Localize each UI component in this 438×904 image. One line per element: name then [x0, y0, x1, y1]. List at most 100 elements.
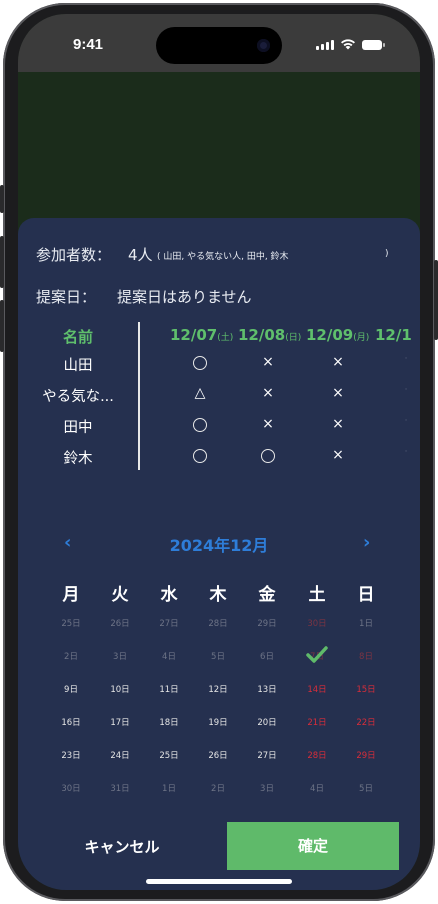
status-bar: 9:41 [18, 14, 420, 72]
selected-check-icon [306, 646, 328, 663]
date-header-weekday: (月) [353, 333, 370, 343]
calendar-day[interactable]: 24日 [100, 749, 140, 761]
screen: 9:41 参加者数： 4人 ( 山田, やる気ない人, 田中, 鈴木 ) 提案日… [18, 14, 420, 890]
availability-mark[interactable]: × [253, 385, 283, 401]
calendar-day[interactable]: 19日 [198, 716, 238, 728]
calendar-day[interactable]: 4日 [297, 782, 337, 794]
overflow-cell: · [404, 354, 408, 364]
calendar-day[interactable]: 2日 [198, 782, 238, 794]
calendar-day[interactable]: 20日 [247, 716, 287, 728]
calendar-day[interactable]: 4日 [149, 650, 189, 662]
calendar-day[interactable]: 12日 [198, 683, 238, 695]
date-column-header[interactable]: 12/08(日) [238, 326, 301, 344]
calendar-day[interactable]: 23日 [51, 749, 91, 761]
availability-mark[interactable]: × [323, 416, 353, 432]
circle-mark-icon [261, 449, 275, 463]
table-divider [138, 322, 140, 470]
calendar-day[interactable]: 3日 [100, 650, 140, 662]
calendar-day[interactable]: 29日 [346, 749, 386, 761]
date-column-header[interactable]: 12/07(土) [170, 326, 233, 344]
calendar-day[interactable]: 3日 [247, 782, 287, 794]
calendar-day[interactable]: 21日 [297, 716, 337, 728]
next-month-button[interactable]: › [363, 532, 370, 553]
weekday-header: 金 [258, 585, 276, 605]
weekday-header: 月 [62, 585, 80, 605]
weekday-header: 水 [160, 585, 178, 605]
circle-mark-icon [193, 356, 207, 370]
availability-mark[interactable]: × [253, 354, 283, 370]
calendar-day[interactable]: 22日 [346, 716, 386, 728]
availability-mark[interactable]: × [323, 354, 353, 370]
calendar-day[interactable]: 5日 [346, 782, 386, 794]
weekday-header: 土 [308, 585, 326, 605]
availability-mark[interactable] [185, 447, 215, 467]
participant-count: 4人 [128, 246, 153, 264]
wifi-icon [341, 39, 355, 50]
availability-mark[interactable]: × [323, 447, 353, 463]
availability-mark[interactable]: × [253, 416, 283, 432]
calendar-day[interactable]: 29日 [247, 617, 287, 629]
participant-name: 山田 [63, 358, 93, 374]
calendar-day[interactable]: 15日 [346, 683, 386, 695]
confirm-button[interactable]: 確定 [227, 822, 399, 870]
availability-mark[interactable] [185, 416, 215, 436]
overflow-cell: · [404, 385, 408, 395]
calendar-day[interactable]: 26日 [198, 749, 238, 761]
calendar-day[interactable]: 11日 [149, 683, 189, 695]
availability-mark[interactable] [185, 354, 215, 374]
cellular-signal-icon [316, 40, 334, 50]
proposal-row: 提案日： 提案日はありません [36, 286, 252, 307]
date-column-header[interactable]: 12/1 [375, 326, 412, 344]
calendar-day[interactable]: 25日 [149, 749, 189, 761]
date-header-weekday: (土) [217, 333, 234, 343]
calendar-day[interactable]: 7日 [297, 646, 337, 663]
calendar-day[interactable]: 30日 [297, 617, 337, 629]
date-header-date: 12/08 [238, 326, 286, 344]
battery-icon [362, 40, 385, 50]
date-header-date: 12/09 [306, 326, 354, 344]
weekday-header: 日 [357, 585, 375, 605]
camera-icon [257, 39, 270, 52]
calendar-day[interactable]: 31日 [100, 782, 140, 794]
calendar-day[interactable]: 9日 [51, 683, 91, 695]
circle-mark-icon [193, 449, 207, 463]
weekday-header: 火 [111, 585, 129, 605]
calendar-day[interactable]: 5日 [198, 650, 238, 662]
calendar-day[interactable]: 10日 [100, 683, 140, 695]
calendar-day[interactable]: 17日 [100, 716, 140, 728]
calendar-day[interactable]: 13日 [247, 683, 287, 695]
calendar-day[interactable]: 8日 [346, 650, 386, 662]
participant-name: やる気な... [42, 389, 114, 405]
participant-names: ( 山田, やる気ない人, 田中, 鈴木 [157, 252, 289, 262]
availability-mark[interactable]: △ [185, 385, 215, 401]
date-header-date: 12/1 [375, 326, 412, 344]
cancel-button[interactable]: キャンセル [62, 836, 182, 857]
calendar-day[interactable]: 27日 [247, 749, 287, 761]
date-column-header[interactable]: 12/09(月) [306, 326, 369, 344]
dynamic-island [156, 27, 282, 64]
availability-mark[interactable] [253, 447, 283, 467]
power-button [434, 260, 438, 340]
date-header-weekday: (日) [285, 333, 302, 343]
calendar-day[interactable]: 25日 [51, 617, 91, 629]
availability-mark[interactable]: × [323, 385, 353, 401]
date-header-date: 12/07 [170, 326, 218, 344]
calendar-day[interactable]: 14日 [297, 683, 337, 695]
calendar-day[interactable]: 1日 [149, 782, 189, 794]
status-time: 9:41 [73, 36, 104, 53]
calendar-day[interactable]: 6日 [247, 650, 287, 662]
calendar-day[interactable]: 1日 [346, 617, 386, 629]
participants-label: 参加者数： [36, 246, 112, 264]
calendar-day[interactable]: 27日 [149, 617, 189, 629]
circle-mark-icon [193, 418, 207, 432]
home-indicator [146, 879, 292, 884]
calendar-day[interactable]: 28日 [198, 617, 238, 629]
calendar-day[interactable]: 30日 [51, 782, 91, 794]
calendar-day[interactable]: 16日 [51, 716, 91, 728]
calendar-day[interactable]: 18日 [149, 716, 189, 728]
calendar-day[interactable]: 2日 [51, 650, 91, 662]
participant-names-close: ) [385, 249, 389, 259]
calendar-day[interactable]: 28日 [297, 749, 337, 761]
calendar-day[interactable]: 26日 [100, 617, 140, 629]
overflow-cell: · [404, 447, 408, 457]
